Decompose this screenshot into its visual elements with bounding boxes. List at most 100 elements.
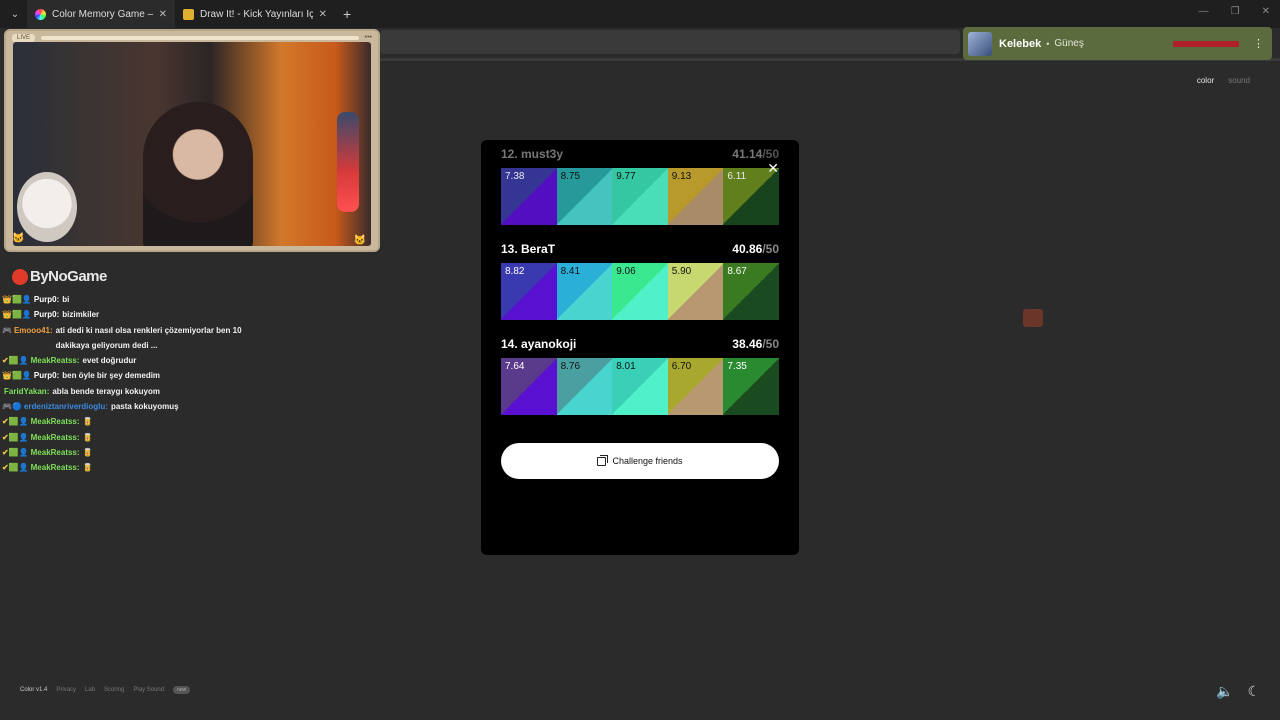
leaderboard-entry: 14. ayanokoji 38.46/50 7.64 8.76 8.01 6.70 7.3…	[501, 334, 779, 415]
chat-message: ✔🟩👤 MeakReatss: 🥫	[2, 460, 252, 475]
chat-badges: ✔🟩👤	[2, 417, 29, 427]
entry-header: 12. must3y 41.14/50	[501, 144, 779, 161]
chat-text: 🥫	[82, 432, 93, 442]
swatch-score: 8.67	[727, 266, 747, 277]
color-swatch: 8.75	[556, 168, 613, 225]
notification-subtitle: Güneş	[1054, 38, 1084, 49]
webcam-topbar: LIVE •••	[12, 33, 372, 42]
chat-badges: ✔🟩👤	[2, 463, 29, 473]
swatch-score: 7.35	[727, 361, 747, 372]
chat-badges: 🎮🔵	[2, 402, 22, 412]
entry-header: 13. BeraT 40.86/50	[501, 239, 779, 256]
chat-message: 🎮 Emooo41: ati dedi ki nasıl olsa renkleri…	[2, 323, 252, 354]
color-swatch: 8.82	[501, 263, 557, 320]
chat-text: ben öyle bir şey demedim	[62, 371, 161, 381]
swatch-score: 6.70	[671, 361, 692, 372]
swatch-score: 7.38	[505, 171, 525, 182]
minimize-icon[interactable]: —	[1199, 6, 1209, 17]
chat-text: 🥫	[82, 463, 93, 473]
chat-message: FaridYakan: abla bende teraygı kokuyom	[2, 384, 252, 399]
chat-badges: ✔🟩👤	[2, 356, 29, 366]
total-score: 41.14/50	[732, 147, 779, 161]
footer-link-scoring[interactable]: Scoring	[104, 687, 124, 693]
chat-username[interactable]: Emooo41:	[14, 323, 53, 338]
webcam-overlay: LIVE ••• 🐱 🐱	[4, 29, 380, 252]
chat-message: ✔🟩👤 MeakReatss: 🥫	[2, 445, 252, 460]
swatch-row: 7.64 8.76 8.01 6.70 7.35	[501, 358, 779, 415]
chat-username[interactable]: Purp0:	[34, 368, 59, 383]
color-swatch: 9.77	[612, 168, 668, 225]
chat-username[interactable]: MeakReatss:	[31, 414, 80, 429]
color-swatch: 8.76	[556, 358, 613, 415]
chat-username[interactable]: Purp0:	[34, 292, 59, 307]
close-icon[interactable]: ✕	[159, 9, 167, 20]
chat-text: 🥫	[82, 417, 93, 427]
color-swatch: 7.35	[723, 358, 779, 415]
chat-message: ✔🟩👤 MeakReatss: 🥫	[2, 414, 252, 429]
close-window-icon[interactable]: ✕	[1262, 6, 1270, 17]
tab-search-button[interactable]: ⌄	[3, 4, 27, 24]
browser-tab-bar: ⌄ Color Memory Game — How W ✕ Draw It! -…	[0, 0, 1280, 28]
swatch-row: 7.38 8.75 9.77 9.13 6.11	[501, 168, 779, 225]
chat-username[interactable]: MeakReatss:	[31, 430, 80, 445]
tab-title: Draw It! - Kick Yayınları İçin Çizi	[200, 8, 313, 20]
color-swatch: 9.13	[667, 168, 724, 225]
chat-username[interactable]: MeakReatss:	[31, 460, 80, 475]
brand-icon	[12, 268, 28, 285]
notification-progress-bar	[1173, 40, 1239, 47]
footer: Color v1.4 Privacy Lab Scoring Play Soun…	[20, 686, 191, 694]
cat-icon: 🐱	[12, 233, 25, 244]
challenge-friends-button[interactable]: Challenge friends	[501, 443, 779, 479]
chat-username[interactable]: Purp0:	[34, 307, 59, 322]
close-icon[interactable]: ✕	[767, 160, 779, 177]
notification-name: Kelebek	[999, 37, 1042, 50]
address-bar[interactable]	[380, 30, 960, 54]
chat-text: evet doğrudur	[82, 356, 137, 366]
pencil-icon	[183, 8, 194, 20]
footer-link-play-sound[interactable]: Play Sound	[133, 687, 164, 693]
restore-icon[interactable]: ❐	[1231, 6, 1240, 17]
footer-link-lab[interactable]: Lab	[85, 687, 95, 693]
chat-message: ✔🟩👤 MeakReatss: 🥫	[2, 430, 252, 445]
mode-sound-link[interactable]: sound	[1228, 76, 1250, 85]
new-tab-button[interactable]: +	[343, 6, 351, 22]
speaker-icon[interactable]: 🔈	[1216, 683, 1233, 700]
chat-username[interactable]: MeakReatss:	[31, 353, 80, 368]
separator-dot: •	[1046, 38, 1050, 49]
chat-text: abla bende teraygı kokuyom	[52, 386, 160, 396]
leaderboard-modal: ✕ 12. must3y 41.14/50 7.38 8.75 9.77 9.13 6.11…	[481, 140, 799, 555]
streamer-figure	[143, 102, 253, 246]
floating-emote	[1023, 309, 1043, 327]
mode-switcher: color sound	[1197, 76, 1250, 85]
moon-icon[interactable]: ☾	[1247, 683, 1260, 700]
total-score: 40.86/50	[732, 242, 779, 256]
close-icon[interactable]: ✕	[319, 9, 327, 20]
chat-message: ✔🟩👤 MeakReatss: evet doğrudur	[2, 353, 252, 368]
color-swatch: 8.01	[612, 358, 668, 415]
live-badge: LIVE	[12, 33, 36, 42]
chat-text: bizimkiler	[62, 310, 100, 320]
dots-icon: •••	[364, 34, 372, 41]
chat-username[interactable]: erdeniztanriverdioglu:	[24, 399, 108, 414]
red-lamp	[337, 112, 359, 212]
tab-color-memory[interactable]: Color Memory Game — How W ✕	[27, 0, 175, 28]
mode-color-link[interactable]: color	[1197, 76, 1214, 85]
color-swatch: 8.41	[556, 263, 613, 320]
chat-username[interactable]: FaridYakan:	[4, 384, 49, 399]
more-icon[interactable]: ⋮	[1253, 37, 1264, 50]
swatch-score: 9.77	[616, 171, 636, 182]
swatch-score: 9.13	[671, 171, 692, 182]
swatch-score: 8.75	[560, 171, 581, 182]
swatch-score: 9.06	[616, 266, 636, 277]
tab-draw-it[interactable]: Draw It! - Kick Yayınları İçin Çizi ✕	[175, 0, 335, 28]
chat-message: 👑🟩👤 Purp0: bi	[2, 292, 252, 307]
leaderboard-entry: 12. must3y 41.14/50 7.38 8.75 9.77 9.13 6.11	[501, 144, 779, 225]
chat-username[interactable]: MeakReatss:	[31, 445, 80, 460]
chat-text: pasta kokuyomuş	[110, 402, 179, 412]
player-name: 14. ayanokoji	[501, 337, 577, 351]
swatch-score: 5.90	[671, 266, 692, 277]
chat-badges: 👑🟩👤	[2, 310, 32, 320]
new-badge: new	[173, 686, 191, 694]
notification-card[interactable]: Kelebek • Güneş ⋮	[963, 27, 1272, 60]
footer-link-privacy[interactable]: Privacy	[56, 687, 76, 693]
